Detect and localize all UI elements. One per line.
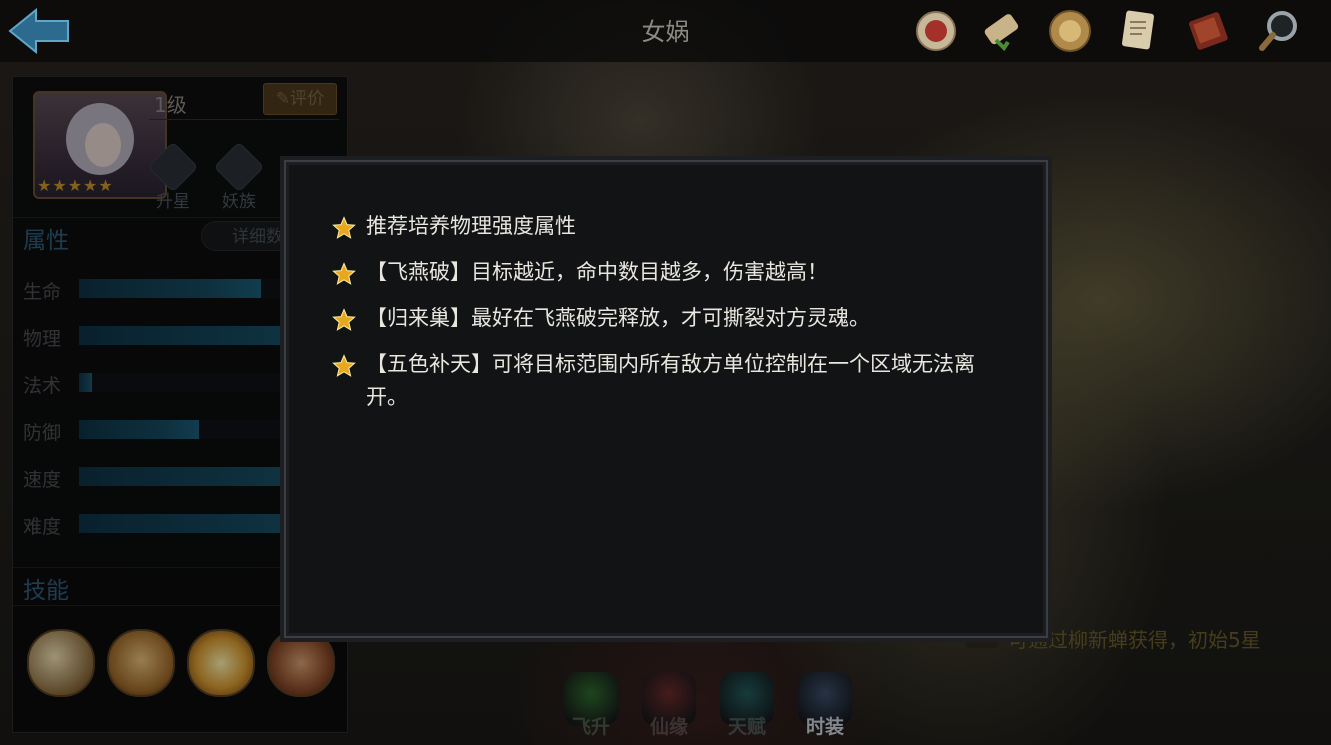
tip-item: 【五色补天】可将目标范围内所有敌方单位控制在一个区域无法离开。 [332, 348, 992, 414]
medallion-icon[interactable] [1046, 6, 1094, 54]
magnifier-icon[interactable] [1256, 6, 1304, 54]
star-icon [332, 354, 356, 377]
tip-text: 【归来巢】最好在飞燕破完释放，才可撕裂对方灵魂。 [366, 306, 870, 330]
book-icon[interactable] [1184, 6, 1232, 54]
star-icon [332, 262, 356, 285]
tip-text: 【飞燕破】目标越近，命中数目越多，伤害越高！ [366, 260, 828, 284]
star-icon [332, 216, 356, 239]
tip-text: 推荐培养物理强度属性 [366, 214, 576, 238]
tips-dialog: 推荐培养物理强度属性 【飞燕破】目标越近，命中数目越多，伤害越高！ 【归来巢】最… [284, 160, 1048, 638]
star-icon [332, 308, 356, 331]
tip-item: 【归来巢】最好在飞燕破完释放，才可撕裂对方灵魂。 [332, 302, 992, 335]
tip-text: 【五色补天】可将目标范围内所有敌方单位控制在一个区域无法离开。 [366, 352, 975, 409]
tips-list: 推荐培养物理强度属性 【飞燕破】目标越近，命中数目越多，伤害越高！ 【归来巢】最… [332, 210, 992, 427]
tip-item: 推荐培养物理强度属性 [332, 210, 992, 243]
top-bar: 女娲 [0, 0, 1331, 62]
tip-item: 【飞燕破】目标越近，命中数目越多，伤害越高！ [332, 256, 992, 289]
document-icon[interactable] [1114, 6, 1162, 54]
scroll-icon[interactable] [978, 6, 1026, 54]
seal-icon[interactable] [912, 6, 960, 54]
